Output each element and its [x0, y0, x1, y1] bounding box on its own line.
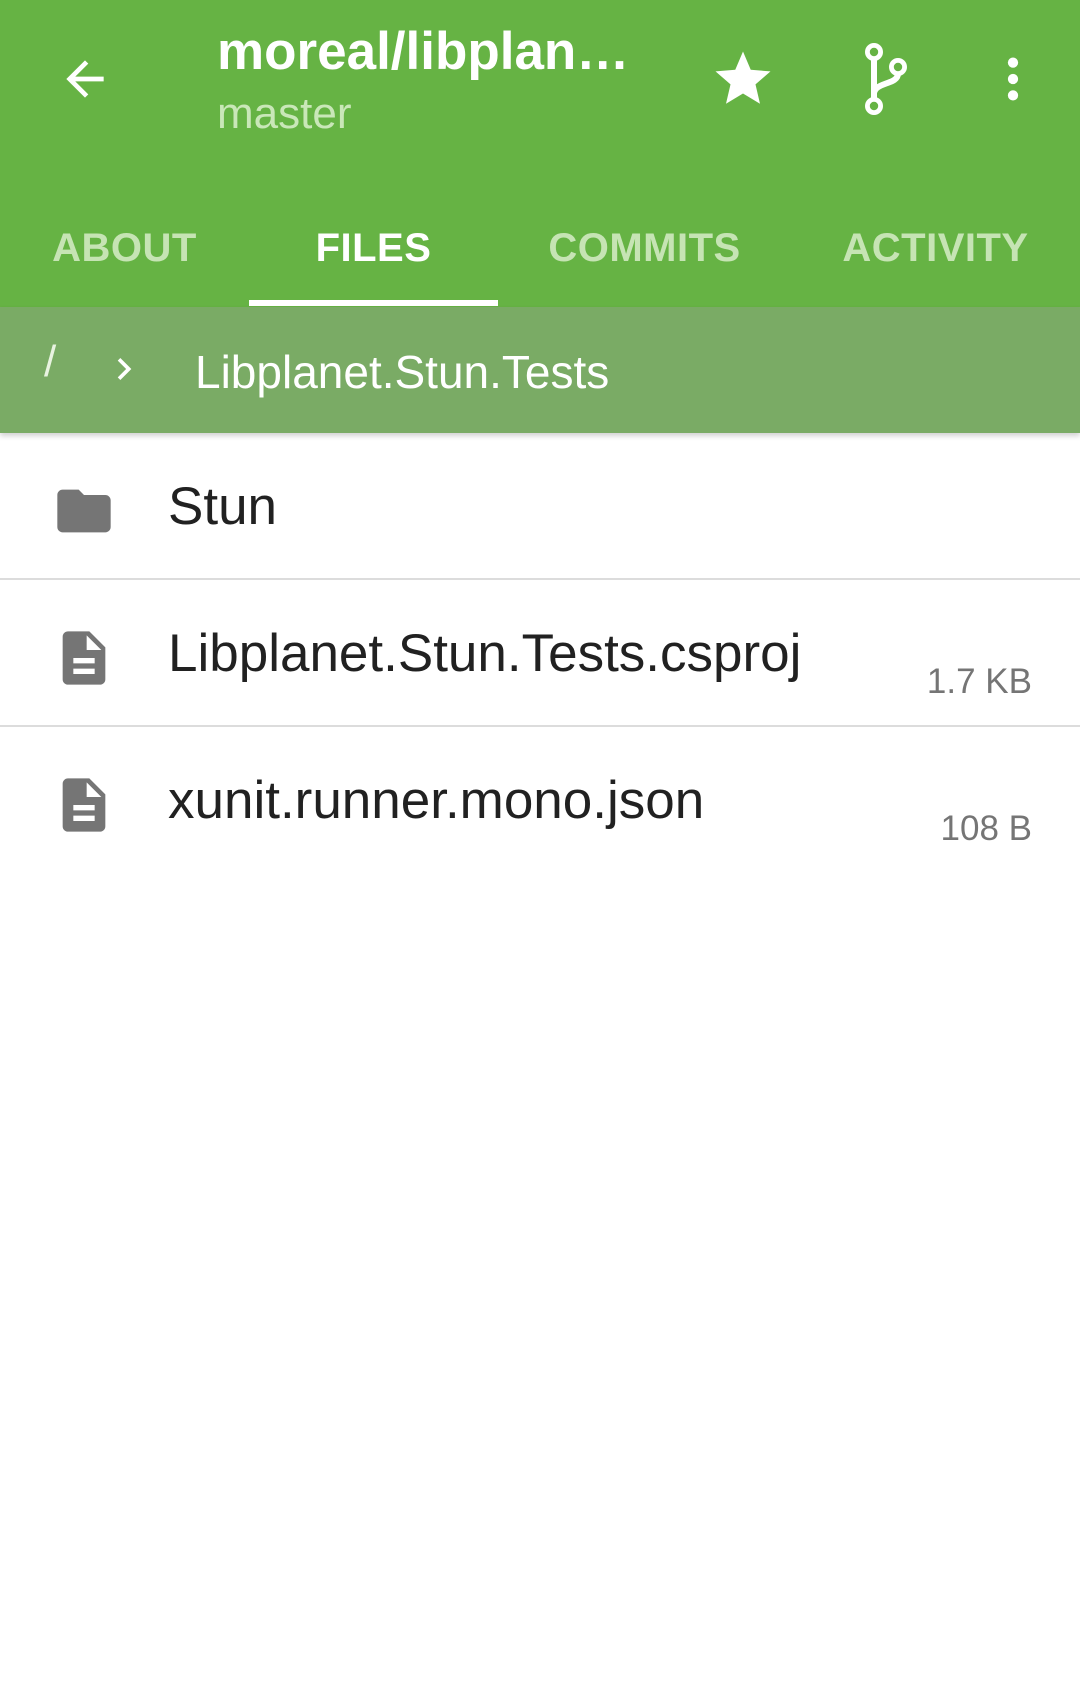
- git-branch-icon: [864, 43, 908, 115]
- breadcrumb-current[interactable]: Libplanet.Stun.Tests: [195, 345, 609, 399]
- repo-title: moreal/libplan…: [217, 22, 630, 81]
- title-block: moreal/libplan… master: [217, 20, 657, 142]
- file-name: Stun: [168, 477, 278, 536]
- chevron-right-icon: [117, 358, 132, 380]
- list-item[interactable]: xunit.runner.mono.json 108 B: [0, 727, 1080, 874]
- folder-icon: [57, 489, 111, 533]
- list-item[interactable]: Libplanet.Stun.Tests.csproj 1.7 KB: [0, 580, 1080, 727]
- breadcrumb: / Libplanet.Stun.Tests: [0, 307, 1080, 433]
- active-tab-indicator: [249, 300, 498, 306]
- breadcrumb-root[interactable]: /: [44, 337, 56, 387]
- tab-files[interactable]: FILES: [249, 190, 498, 307]
- list-item[interactable]: Stun: [0, 433, 1080, 580]
- branch-subtitle: master: [217, 89, 352, 138]
- file-name: Libplanet.Stun.Tests.csproj: [168, 624, 802, 683]
- file-size: 108 B: [940, 809, 1032, 848]
- file-name: xunit.runner.mono.json: [168, 771, 705, 830]
- tab-about[interactable]: ABOUT: [0, 190, 249, 307]
- file-document-icon: [62, 778, 106, 832]
- tab-activity[interactable]: ACTIVITY: [791, 190, 1080, 307]
- star-button[interactable]: [693, 29, 793, 129]
- tab-commits[interactable]: COMMITS: [498, 190, 791, 307]
- file-document-icon: [62, 631, 106, 685]
- more-vert-icon: [1007, 57, 1019, 101]
- back-button[interactable]: [35, 29, 135, 129]
- more-options-button[interactable]: [963, 29, 1063, 129]
- arrow-left-icon: [66, 60, 104, 98]
- app-bar: moreal/libplan… master ABOUT FILES COMMI…: [0, 0, 1080, 307]
- branch-button[interactable]: [836, 29, 936, 129]
- tab-bar: ABOUT FILES COMMITS ACTIVITY: [0, 190, 1080, 307]
- star-icon: [715, 51, 771, 104]
- file-size: 1.7 KB: [926, 662, 1032, 701]
- file-list: Stun Libplanet.Stun.Tests.csproj 1.7 KB …: [0, 433, 1080, 874]
